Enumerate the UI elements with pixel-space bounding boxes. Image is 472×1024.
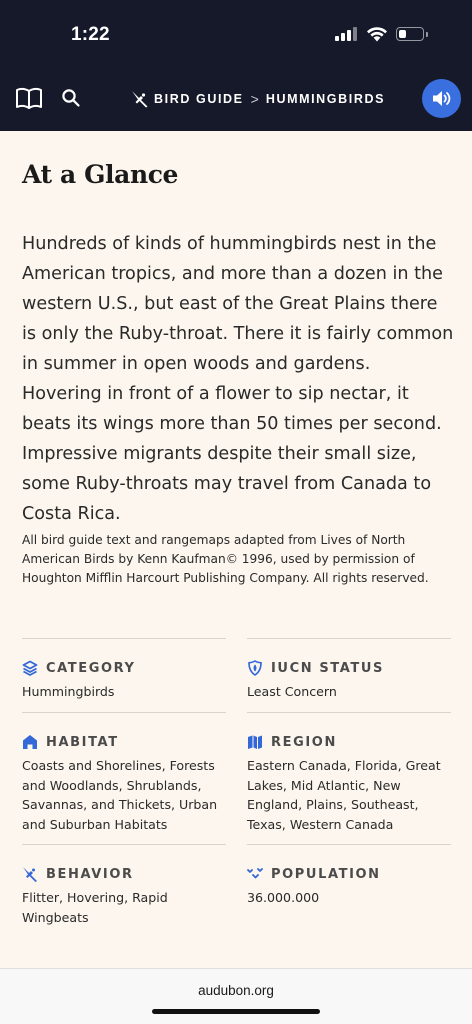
book-icon[interactable] — [15, 86, 43, 110]
fact-label: REGION — [271, 734, 337, 750]
status-bar: 1:22 — [0, 0, 472, 68]
bird-logo-icon — [132, 91, 148, 108]
fact-value: Least Concern — [247, 684, 337, 699]
breadcrumb-hummingbirds: HUMMINGBIRDS — [265, 92, 386, 106]
breadcrumb-separator: > — [250, 91, 259, 107]
fact-habitat: HABITAT Coasts and Shorelines, Forests a… — [22, 712, 226, 834]
fact-category: CATEGORY Hummingbirds — [22, 638, 226, 702]
layers-icon — [22, 660, 38, 676]
fact-behavior: BEHAVIOR Flitter, Hovering, Rapid Wingbe… — [22, 844, 226, 927]
battery-icon — [396, 27, 424, 41]
fact-population: POPULATION 36.000.000 — [247, 844, 451, 908]
fact-value: 36.000.000 — [247, 890, 320, 905]
fact-label: POPULATION — [271, 866, 381, 882]
page-title: At a Glance — [22, 160, 179, 189]
credit-text: All bird guide text and rangemaps adapte… — [22, 533, 429, 585]
fact-value: Coasts and Shorelines, Forests and Woodl… — [22, 758, 218, 832]
fact-label: HABITAT — [46, 734, 119, 750]
fact-label: CATEGORY — [46, 660, 136, 676]
battery-cap — [426, 32, 428, 37]
search-icon[interactable] — [61, 88, 81, 108]
map-icon — [248, 735, 262, 749]
battery-level — [398, 29, 406, 38]
flock-icon — [247, 868, 263, 879]
house-icon — [23, 735, 37, 749]
nav-bar: BIRD GUIDE > HUMMINGBIRDS — [0, 68, 472, 131]
home-indicator[interactable] — [152, 1009, 320, 1014]
wifi-icon — [367, 27, 387, 42]
fact-label: IUCN STATUS — [271, 660, 384, 676]
fact-label: BEHAVIOR — [46, 866, 134, 882]
url-text[interactable]: audubon.org — [0, 983, 472, 998]
fact-value: Eastern Canada, Florida, Great Lakes, Mi… — [247, 758, 441, 832]
bird-icon — [23, 867, 37, 882]
fact-value: Flitter, Hovering, Rapid Wingbeats — [22, 890, 168, 925]
breadcrumb: BIRD GUIDE > HUMMINGBIRDS — [131, 89, 385, 109]
description-text: Hundreds of kinds of hummingbirds nest i… — [22, 234, 454, 524]
shield-icon — [248, 660, 262, 676]
status-time: 1:22 — [71, 24, 110, 45]
speaker-icon — [433, 91, 451, 106]
breadcrumb-bird-guide[interactable]: BIRD GUIDE — [154, 92, 244, 106]
cellular-signal-icon — [335, 27, 357, 41]
fact-iucn-status: IUCN STATUS Least Concern — [247, 638, 451, 702]
browser-url-bar[interactable]: audubon.org — [0, 968, 472, 1024]
audio-button[interactable] — [422, 79, 461, 118]
fact-value: Hummingbirds — [22, 684, 115, 699]
fact-region: REGION Eastern Canada, Florida, Great La… — [247, 712, 451, 834]
